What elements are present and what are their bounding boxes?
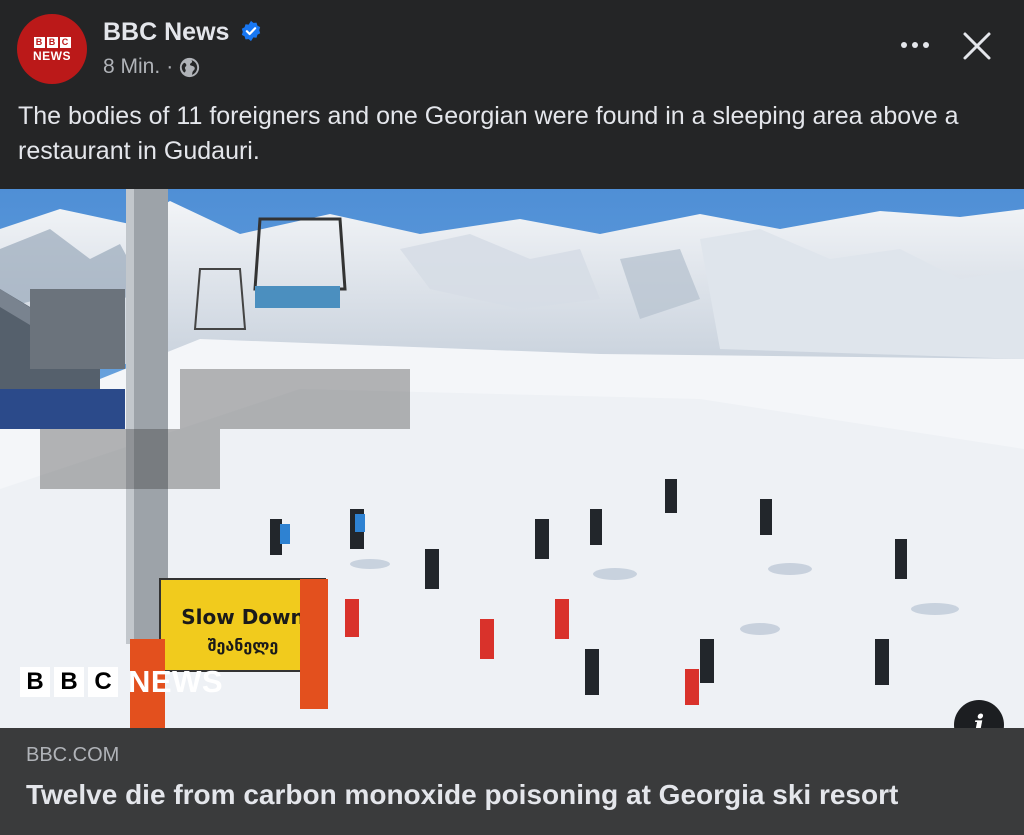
meta-separator: · [166, 55, 174, 78]
post-timestamp[interactable]: 8 Min. [103, 55, 160, 79]
avatar-block: C [59, 36, 71, 48]
watermark-block: B [54, 667, 84, 697]
avatar-word: NEWS [33, 48, 71, 63]
post-photo[interactable]: Slow Down შეანელე B B C NEWS [0, 189, 1024, 728]
close-icon[interactable] [955, 24, 999, 68]
sign-line-2: შეანელე [208, 636, 279, 655]
watermark-block: B [20, 667, 50, 697]
verified-badge-icon [241, 20, 261, 42]
link-domain: BBC.COM [26, 744, 120, 766]
bbc-news-watermark: B B C NEWS [20, 664, 223, 700]
watermark-word: NEWS [128, 664, 223, 699]
post-caption: The bodies of 11 foreigners and one Geor… [18, 102, 959, 165]
watermark-block: C [88, 667, 118, 697]
globe-icon[interactable] [179, 57, 200, 78]
bbc-news-logo: B B C NEWS [33, 36, 71, 63]
avatar-block: B [46, 36, 58, 48]
link-title[interactable]: Twelve die from carbon monoxide poisonin… [26, 779, 898, 811]
avatar-block: B [33, 36, 45, 48]
page-avatar[interactable]: B B C NEWS [17, 14, 87, 84]
more-options-icon[interactable] [895, 30, 935, 60]
page-name-link[interactable]: BBC News [103, 18, 229, 47]
link-preview-card[interactable]: BBC.COM Twelve die from carbon monoxide … [0, 728, 1024, 835]
post-header: B B C NEWS BBC News 8 Min. · [0, 0, 1024, 96]
sign-line-1: Slow Down [181, 605, 305, 629]
ski-resort-photo: Slow Down შეანელე [0, 189, 1024, 728]
post-meta: 8 Min. · [103, 55, 200, 79]
